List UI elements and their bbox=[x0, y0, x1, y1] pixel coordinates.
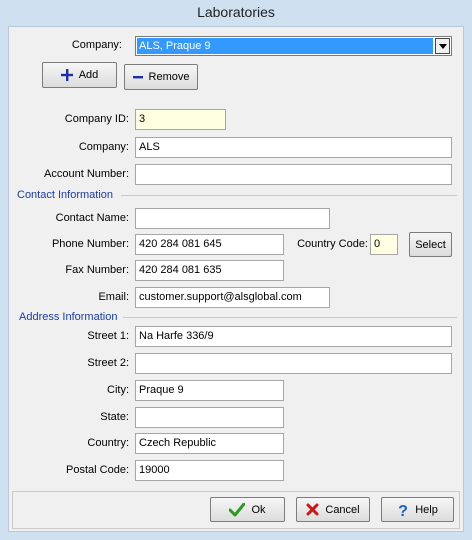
address-information-divider bbox=[123, 317, 457, 318]
minus-icon bbox=[132, 72, 143, 82]
account-number-field[interactable] bbox=[135, 164, 452, 185]
remove-button-label: Remove bbox=[148, 71, 190, 83]
help-button-label: Help bbox=[415, 503, 438, 516]
company-id-label: Company ID: bbox=[64, 113, 129, 125]
phone-number-label: Phone Number: bbox=[51, 238, 129, 250]
company-id-field[interactable]: 3 bbox=[135, 109, 226, 130]
email-field[interactable]: customer.support@alsglobal.com bbox=[135, 287, 330, 308]
svg-text:?: ? bbox=[398, 503, 408, 518]
company-select[interactable]: ALS, Praque 9 bbox=[135, 36, 452, 56]
company-select-value: ALS, Praque 9 bbox=[137, 38, 433, 54]
select-button-label: Select bbox=[415, 238, 446, 251]
contact-information-divider bbox=[121, 195, 457, 196]
country-field[interactable]: Czech Republic bbox=[135, 433, 284, 454]
select-country-code-button[interactable]: Select bbox=[409, 232, 452, 257]
country-code-field[interactable]: 0 bbox=[370, 234, 398, 255]
contact-name-label: Contact Name: bbox=[55, 212, 129, 224]
street2-field[interactable] bbox=[135, 353, 452, 374]
address-information-heading: Address Information bbox=[19, 311, 118, 323]
help-icon: ? bbox=[397, 502, 409, 518]
city-label: City: bbox=[107, 384, 129, 396]
state-field[interactable] bbox=[135, 407, 284, 428]
checkmark-icon bbox=[229, 502, 246, 517]
fax-number-label: Fax Number: bbox=[65, 264, 129, 276]
company-select-label: Company: bbox=[71, 39, 122, 51]
street1-field[interactable]: Na Harfe 336/9 bbox=[135, 326, 452, 347]
company-name-label: Company: bbox=[78, 141, 129, 153]
email-label: Email: bbox=[98, 291, 129, 303]
ok-button-label: Ok bbox=[251, 503, 266, 516]
state-label: State: bbox=[100, 411, 129, 423]
account-number-label: Account Number: bbox=[44, 168, 129, 180]
company-name-field[interactable]: ALS bbox=[135, 137, 452, 158]
contact-name-field[interactable] bbox=[135, 208, 330, 229]
window-title: Laboratories bbox=[197, 4, 275, 20]
street2-label: Street 2: bbox=[87, 357, 129, 369]
street1-label: Street 1: bbox=[87, 330, 129, 342]
ok-button[interactable]: Ok bbox=[210, 497, 285, 522]
city-field[interactable]: Praque 9 bbox=[135, 380, 284, 401]
country-code-label: Country Code: bbox=[297, 238, 368, 250]
postal-code-field[interactable]: 19000 bbox=[135, 460, 284, 481]
chevron-down-icon[interactable] bbox=[435, 38, 450, 54]
cancel-button[interactable]: Cancel bbox=[296, 497, 370, 522]
add-button[interactable]: Add bbox=[42, 62, 117, 88]
laboratories-window: Laboratories Company: ALS, Praque 9 Add … bbox=[0, 0, 472, 540]
cancel-button-label: Cancel bbox=[325, 503, 360, 516]
contact-information-heading: Contact Information bbox=[17, 189, 113, 201]
help-button[interactable]: ? Help bbox=[381, 497, 454, 522]
remove-button[interactable]: Remove bbox=[124, 64, 198, 90]
postal-code-label: Postal Code: bbox=[66, 464, 129, 476]
add-button-label: Add bbox=[78, 69, 99, 81]
plus-icon bbox=[60, 69, 73, 81]
country-label: Country: bbox=[87, 437, 129, 449]
close-icon bbox=[306, 503, 319, 516]
fax-number-field[interactable]: 420 284 081 635 bbox=[135, 260, 284, 281]
dialog-client-area: Company: ALS, Praque 9 Add Remove Compan… bbox=[8, 26, 464, 532]
